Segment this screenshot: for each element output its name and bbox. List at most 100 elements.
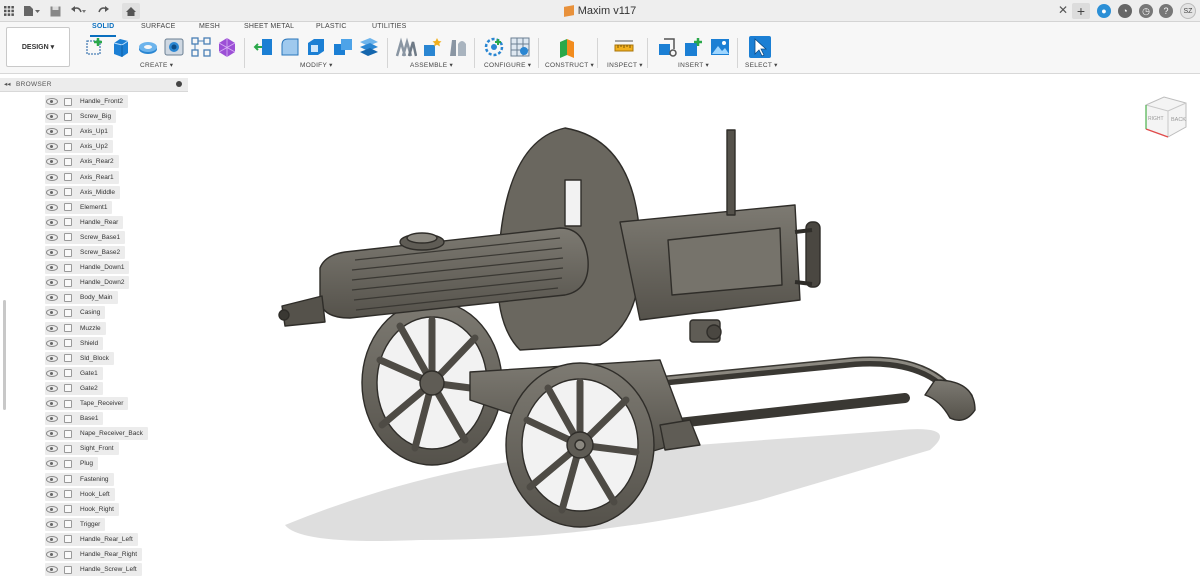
tree-item[interactable]: Nape_Receiver_Back (45, 427, 148, 441)
select-icon[interactable] (749, 36, 771, 58)
tree-item[interactable]: Gate2 (45, 381, 103, 395)
view-cube[interactable]: RIGHT BACK (1142, 93, 1190, 141)
tab-surface[interactable]: SURFACE (141, 23, 175, 35)
tree-item[interactable]: Element1 (45, 200, 113, 214)
tree-item[interactable]: Handle_Down2 (45, 276, 130, 290)
visibility-eye-icon[interactable] (46, 249, 58, 256)
group-select-label[interactable]: SELECT ▾ (745, 61, 778, 69)
visibility-eye-icon[interactable] (46, 384, 58, 392)
tree-item[interactable]: Axis_Rear2 (45, 155, 119, 169)
tab-mesh[interactable]: MESH (199, 23, 220, 35)
home-icon[interactable] (122, 3, 140, 19)
visibility-eye-icon[interactable] (46, 113, 58, 121)
construct-plane-icon[interactable] (556, 36, 578, 58)
modify-fillet-icon[interactable] (279, 36, 301, 58)
tree-item[interactable]: Sld_Block (45, 351, 114, 365)
tree-item[interactable]: Tape_Receiver (45, 397, 129, 410)
avatar[interactable]: SZ (1180, 3, 1196, 19)
visibility-eye-icon[interactable] (46, 324, 58, 332)
file-icon[interactable] (22, 3, 42, 19)
tree-item[interactable]: Axis_Up1 (45, 125, 113, 139)
visibility-eye-icon[interactable] (46, 415, 58, 423)
tree-item[interactable]: Casing (45, 306, 106, 320)
tree-item[interactable]: Screw_Big (45, 110, 117, 124)
visibility-eye-icon[interactable] (46, 551, 58, 558)
grid-icon[interactable] (3, 3, 15, 19)
inspect-measure-icon[interactable] (613, 36, 635, 58)
extensions-icon[interactable]: ● (1097, 4, 1111, 18)
tree-item[interactable]: Handle_Rear_Right (45, 548, 143, 561)
visibility-eye-icon[interactable] (46, 173, 58, 181)
insert-derive-icon[interactable] (656, 36, 678, 58)
redo-icon[interactable] (96, 3, 110, 19)
undo-icon[interactable] (70, 3, 86, 19)
tree-item[interactable]: Plug (45, 457, 99, 471)
group-modify-label[interactable]: MODIFY ▾ (300, 61, 333, 69)
visibility-eye-icon[interactable] (46, 128, 58, 136)
tree-item[interactable]: Axis_Middle (45, 185, 121, 199)
tree-item[interactable]: Trigger (45, 517, 106, 531)
group-construct-label[interactable]: CONSTRUCT ▾ (545, 61, 594, 69)
visibility-eye-icon[interactable] (46, 294, 58, 302)
tree-item[interactable]: Fastening (45, 472, 114, 486)
modify-press-pull-icon[interactable] (253, 36, 275, 58)
tree-item[interactable]: Handle_Screw_Left (45, 563, 142, 577)
tree-item[interactable]: Handle_Rear (45, 215, 124, 229)
visibility-eye-icon[interactable] (46, 203, 58, 211)
tree-item[interactable]: Sight_Front (45, 442, 119, 456)
viewcube-face-right[interactable]: RIGHT (1148, 116, 1164, 122)
modify-combine-icon[interactable] (332, 36, 354, 58)
save-icon[interactable] (48, 3, 62, 19)
tree-item[interactable]: Gate1 (45, 366, 103, 380)
visibility-eye-icon[interactable] (46, 188, 58, 196)
visibility-eye-icon[interactable] (46, 400, 58, 407)
help-icon[interactable]: ? (1159, 4, 1173, 18)
tree-item[interactable]: Handle_Rear_Left (45, 532, 138, 546)
insert-component-icon[interactable] (682, 36, 704, 58)
visibility-eye-icon[interactable] (46, 520, 58, 528)
close-icon[interactable]: ✕ (1058, 3, 1068, 17)
tree-item[interactable]: Shield (45, 336, 104, 350)
tree-item[interactable]: Axis_Up2 (45, 140, 113, 154)
tree-item[interactable]: Hook_Left (45, 487, 115, 501)
assemble-new-component-icon[interactable] (395, 36, 418, 58)
create-pattern-icon[interactable] (190, 36, 212, 58)
group-configure-label[interactable]: CONFIGURE ▾ (484, 61, 531, 69)
visibility-eye-icon[interactable] (46, 354, 58, 362)
visibility-eye-icon[interactable] (46, 98, 58, 105)
visibility-eye-icon[interactable] (46, 233, 58, 241)
group-insert-label[interactable]: INSERT ▾ (678, 61, 709, 69)
group-assemble-label[interactable]: ASSEMBLE ▾ (410, 61, 453, 69)
model-viewport[interactable] (190, 76, 1200, 580)
tree-item[interactable]: Screw_Base2 (45, 246, 126, 259)
group-create-label[interactable]: CREATE ▾ (140, 61, 173, 69)
tree-item[interactable]: Body_Main (45, 291, 118, 305)
configure-parameters-icon[interactable] (483, 36, 505, 58)
visibility-eye-icon[interactable] (46, 218, 58, 226)
visibility-eye-icon[interactable] (46, 158, 58, 166)
workspace-dropdown[interactable]: DESIGN ▾ (6, 27, 70, 67)
modify-scale-icon[interactable] (358, 36, 380, 58)
visibility-eye-icon[interactable] (46, 566, 58, 574)
tree-item[interactable]: Base1 (45, 412, 104, 426)
tree-item[interactable]: Muzzle (45, 321, 106, 335)
assemble-as-built-joint-icon[interactable] (447, 36, 469, 58)
visibility-eye-icon[interactable] (46, 369, 58, 377)
visibility-eye-icon[interactable] (46, 143, 58, 151)
create-revolve-icon[interactable] (137, 36, 159, 58)
visibility-eye-icon[interactable] (46, 279, 58, 287)
tab-plastic[interactable]: PLASTIC (316, 23, 347, 35)
plus-icon[interactable]: + (1072, 3, 1090, 19)
visibility-eye-icon[interactable] (46, 264, 58, 272)
modify-shell-icon[interactable] (305, 36, 327, 58)
create-hole-icon[interactable] (163, 36, 185, 58)
visibility-eye-icon[interactable] (46, 339, 58, 347)
collapse-panel-icon[interactable]: ◂◂ (4, 80, 11, 88)
tree-item[interactable]: Axis_Rear1 (45, 170, 119, 184)
assemble-joint-icon[interactable] (421, 36, 443, 58)
tab-sheet-metal[interactable]: SHEET METAL (244, 23, 294, 35)
visibility-eye-icon[interactable] (46, 475, 58, 483)
visibility-eye-icon[interactable] (46, 505, 58, 513)
visibility-eye-icon[interactable] (46, 535, 58, 543)
visibility-eye-icon[interactable] (46, 445, 58, 453)
